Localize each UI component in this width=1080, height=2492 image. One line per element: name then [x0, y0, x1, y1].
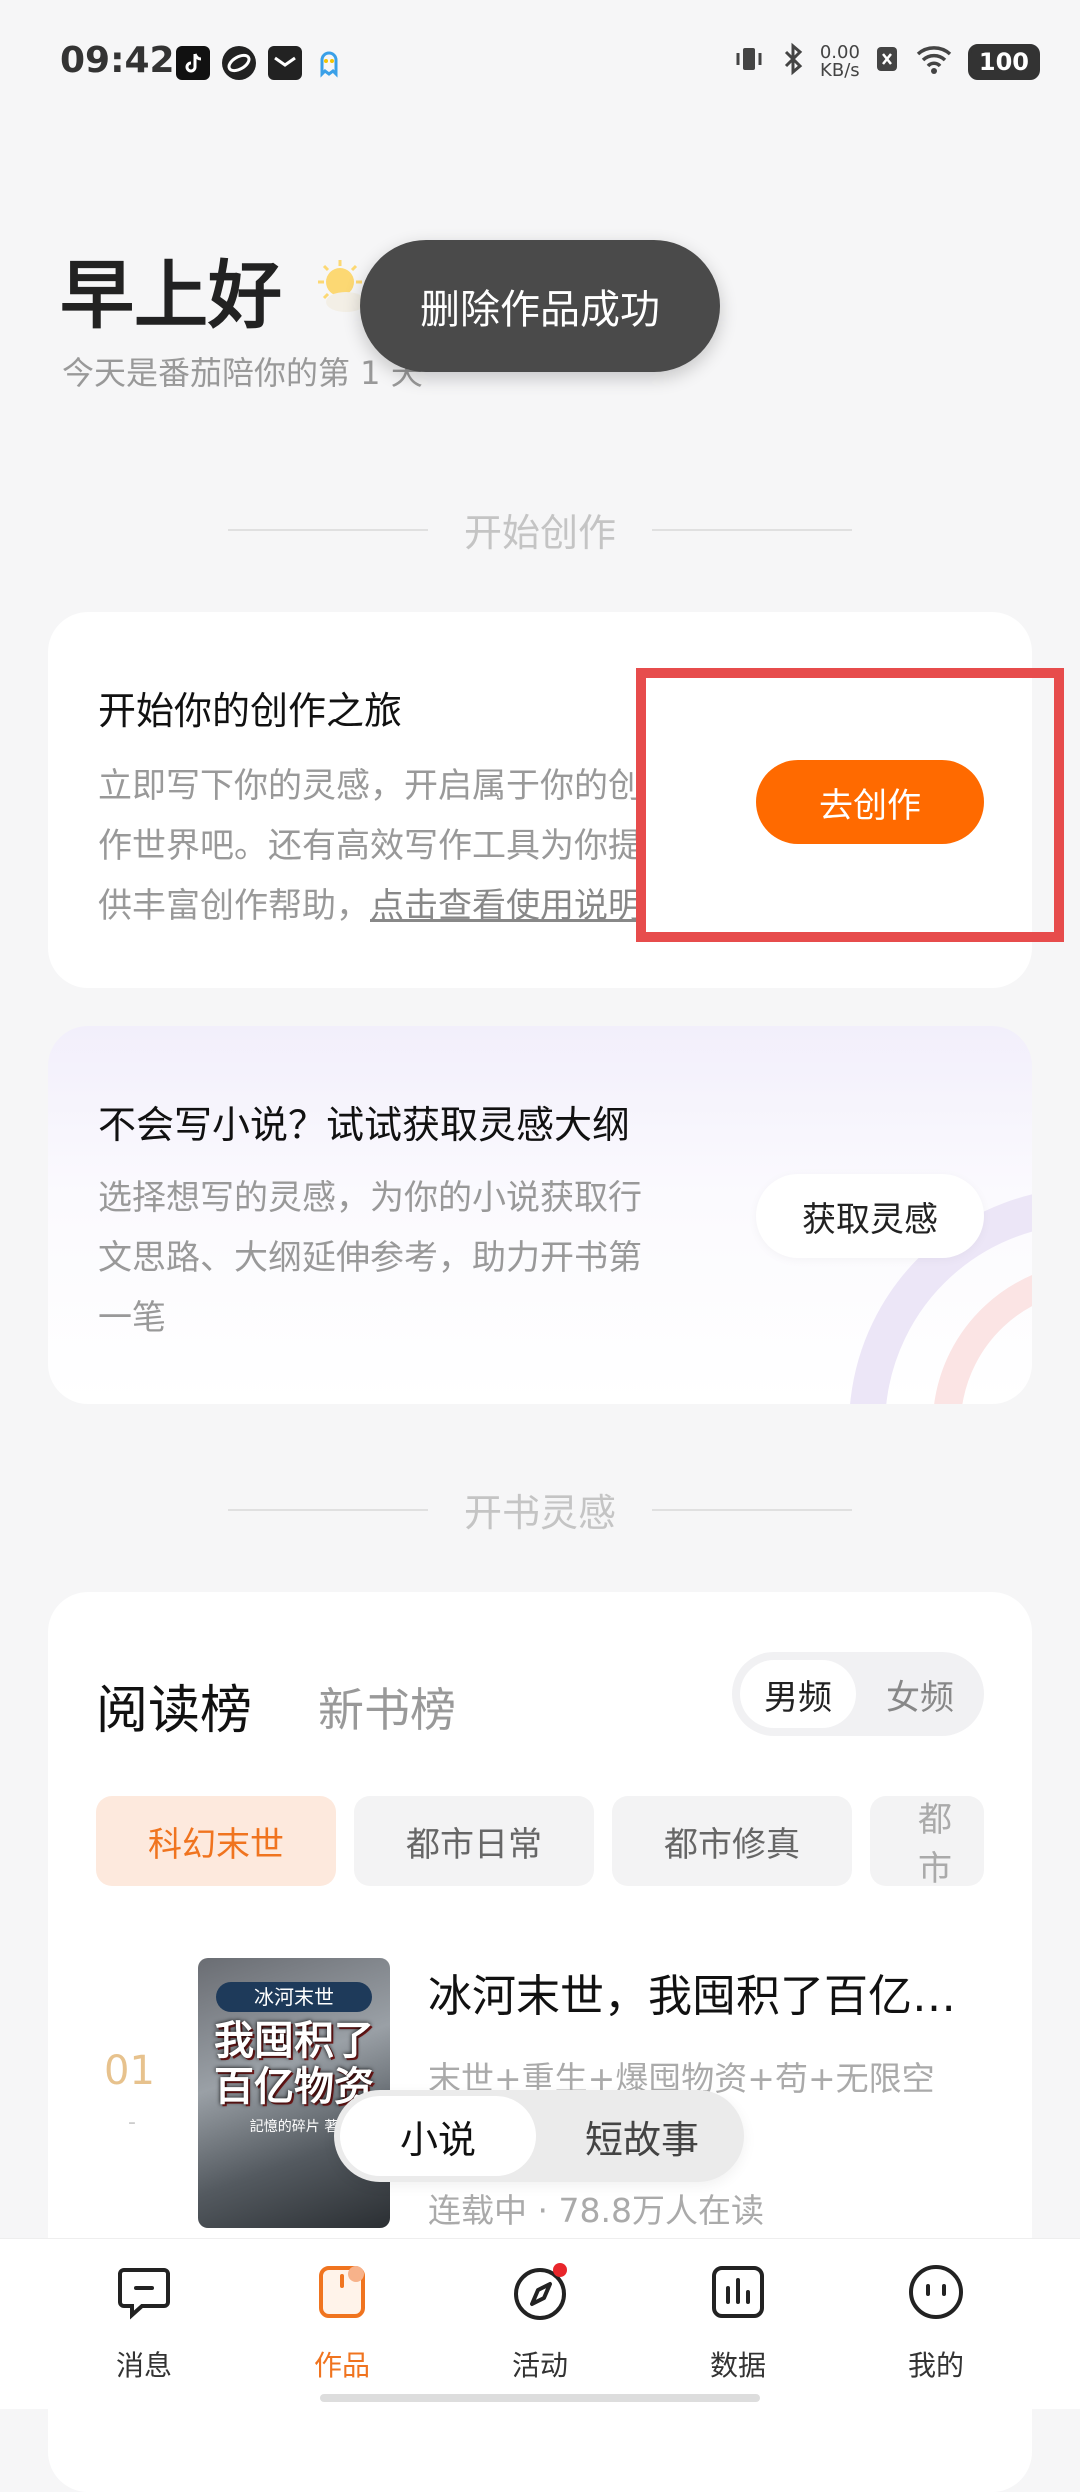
cover-series: 冰河末世 [216, 1982, 372, 2012]
ghost-icon [312, 46, 346, 80]
divider-line [652, 1508, 852, 1511]
tab-new-book-rank[interactable]: 新书榜 [318, 1674, 456, 1740]
mail-icon [268, 46, 302, 80]
net-speed: 0.00 KB/s [819, 42, 860, 81]
home-indicator[interactable] [320, 2394, 760, 2402]
toast-message: 删除作品成功 [360, 240, 720, 372]
app-icon [222, 46, 256, 80]
category-chip-urban-daily[interactable]: 都市日常 [354, 1796, 594, 1886]
category-chip-urban[interactable]: 都市 [870, 1796, 984, 1886]
status-time: 09:42 [60, 40, 175, 81]
nav-profile[interactable]: 我的 [866, 2262, 1006, 2384]
section-title: 开始创作 [463, 511, 616, 555]
greeting-title: 早上好 [60, 253, 282, 339]
battery-indicator: 100 [967, 44, 1040, 80]
divider-line [227, 1508, 428, 1511]
bluetooth-icon [780, 42, 806, 82]
inspiration-card-title: 不会写小说？试试获取灵感大纲 [98, 1103, 631, 1147]
inspiration-card-description: 选择想写的灵感，为你的小说获取行 文思路、大纲延伸参考，助力开书第 一笔 [98, 1178, 642, 1338]
book-status: 连载中 · 78.8万人在读 [428, 2191, 764, 2230]
greeting-subtitle: 今天是番茄陪你的第 1 天 [62, 354, 423, 392]
nav-data[interactable]: 数据 [668, 2262, 808, 2384]
tiktok-icon [176, 46, 210, 80]
nav-activities[interactable]: 活动 [470, 2262, 610, 2384]
category-chip-urban-cultivation[interactable]: 都市修真 [612, 1796, 852, 1886]
compass-icon [510, 2262, 570, 2322]
wifi-icon [914, 42, 954, 82]
divider-line [227, 528, 428, 531]
chart-icon [708, 2262, 768, 2322]
section-divider-book-inspiration: 开书灵感 [0, 1482, 1080, 1537]
nav-messages[interactable]: 消息 [74, 2262, 214, 2384]
tab-reading-rank[interactable]: 阅读榜 [96, 1668, 252, 1743]
novel-tab[interactable]: 小说 [340, 2096, 536, 2176]
profile-icon [906, 2262, 966, 2322]
short-story-tab[interactable]: 短故事 [544, 2096, 740, 2176]
vibrate-icon [732, 42, 766, 82]
sim-off-icon [874, 42, 900, 82]
section-title: 开书灵感 [463, 1491, 616, 1535]
gender-male-option[interactable]: 男频 [740, 1660, 856, 1728]
gender-female-option[interactable]: 女频 [862, 1660, 978, 1728]
usage-guide-link[interactable]: 点击查看使用说明 [370, 886, 642, 926]
nav-works[interactable]: 作品 [272, 2262, 412, 2384]
message-icon [114, 2262, 174, 2322]
works-icon [312, 2262, 372, 2322]
section-divider-start-creation: 开始创作 [0, 502, 1080, 557]
divider-line [652, 528, 852, 531]
create-card-title: 开始你的创作之旅 [98, 689, 403, 733]
highlight-box [636, 668, 1064, 942]
book-title[interactable]: 冰河末世，我囤积了百亿… [428, 1960, 988, 2024]
rank-change: - [128, 2110, 136, 2135]
create-card-description: 立即写下你的灵感，开启属于你的创 作世界吧。还有高效写作工具为你提 供丰富创作帮… [98, 766, 642, 926]
category-chip-scifi[interactable]: 科幻末世 [96, 1796, 336, 1886]
get-inspiration-button[interactable]: 获取灵感 [756, 1174, 984, 1258]
rank-number: 01 [104, 2048, 155, 2094]
status-right: 0.00 KB/s 100 [732, 42, 1040, 82]
